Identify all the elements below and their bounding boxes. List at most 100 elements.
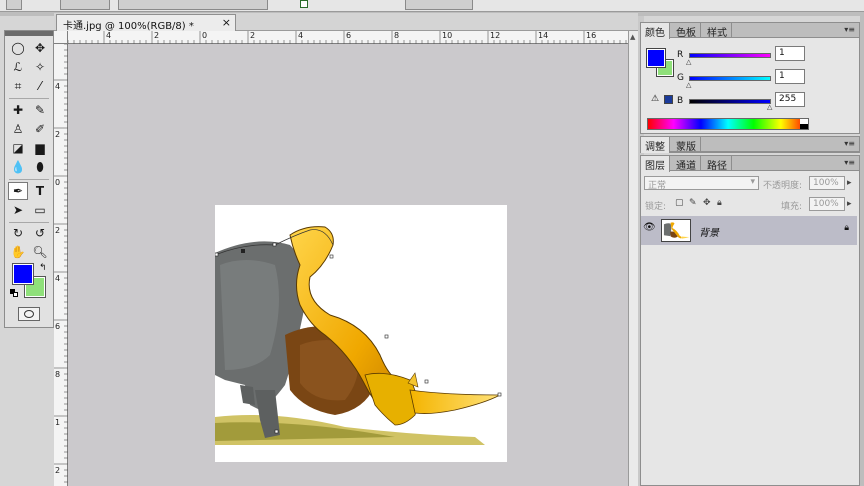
- selection-mode-buttons[interactable]: [60, 0, 110, 10]
- clone-stamp-tool-icon[interactable]: ♙: [8, 120, 28, 138]
- path-selection-tool-icon[interactable]: ➤: [8, 201, 28, 219]
- quick-mask-button[interactable]: [18, 307, 40, 321]
- blur-tool-icon[interactable]: 💧: [8, 158, 28, 176]
- pen-tool-options[interactable]: [118, 0, 268, 10]
- ruler-origin[interactable]: [54, 31, 68, 44]
- ruler-label: 8: [394, 31, 400, 40]
- path-operations[interactable]: [405, 0, 473, 10]
- lock-position-icon[interactable]: ✥: [703, 198, 711, 208]
- color-spectrum-bar[interactable]: [647, 118, 809, 130]
- blend-mode-value: 正常: [648, 181, 667, 191]
- dodge-tool-icon[interactable]: ⬮: [30, 158, 50, 176]
- auto-add-delete-checkbox[interactable]: [300, 0, 308, 8]
- gradient-tool-icon[interactable]: ▆: [30, 139, 50, 157]
- panel-menu-icon[interactable]: ▾≡: [844, 25, 855, 34]
- healing-brush-tool-icon[interactable]: ✚: [8, 101, 28, 119]
- panel-menu-icon[interactable]: ▾≡: [844, 158, 855, 167]
- image-canvas[interactable]: [215, 205, 507, 462]
- tab-adjustments[interactable]: 调整: [641, 137, 670, 153]
- layer-name: 背景: [699, 228, 719, 239]
- warning-icon[interactable]: ⚠: [651, 94, 659, 104]
- dock-edge: [860, 16, 864, 486]
- ruler-label: 2: [250, 31, 256, 40]
- swap-colors-icon[interactable]: ↰: [39, 263, 47, 273]
- blue-slider-thumb[interactable]: △: [767, 103, 772, 111]
- horizontal-ruler[interactable]: 4 2 0 2 4 6 8 10 12 14 16: [68, 31, 628, 44]
- ruler-label: 2: [55, 130, 61, 139]
- foreground-color-swatch[interactable]: [12, 263, 34, 285]
- eye-icon[interactable]: 👁︎: [643, 222, 657, 236]
- eyedropper-tool-icon[interactable]: ⁄: [30, 77, 50, 95]
- hand-tool-icon[interactable]: ✋: [8, 243, 28, 261]
- green-slider[interactable]: [689, 76, 771, 81]
- default-colors-icon[interactable]: [10, 289, 18, 297]
- move-tool-icon[interactable]: ✥: [30, 39, 50, 57]
- magic-wand-tool-icon[interactable]: ✧: [30, 58, 50, 76]
- elliptical-marquee-tool-icon[interactable]: ◯: [8, 39, 28, 57]
- chevron-right-icon[interactable]: ▸: [847, 199, 852, 209]
- lasso-tool-icon[interactable]: ℒ: [8, 58, 28, 76]
- lock-all-icon[interactable]: 🔒︎: [717, 198, 722, 208]
- chevron-right-icon[interactable]: ▸: [847, 178, 852, 188]
- tools-panel-grip[interactable]: [5, 31, 53, 36]
- zoom-tool-icon[interactable]: 🔍︎: [30, 243, 50, 261]
- vertical-ruler[interactable]: 4 2 0 2 4 6 8 1 2: [54, 44, 68, 486]
- brush-tool-icon[interactable]: ✎: [30, 101, 50, 119]
- tab-channels[interactable]: 通道: [672, 156, 701, 172]
- document-tab-bar: 卡通.jpg @ 100%(RGB/8) * ×: [54, 13, 638, 32]
- green-slider-thumb[interactable]: △: [686, 81, 691, 89]
- rectangle-tool-icon[interactable]: ▭: [30, 201, 50, 219]
- channel-label-g: G: [677, 73, 684, 83]
- tab-paths[interactable]: 路径: [703, 156, 732, 172]
- adjustments-panel-tabs: 调整 蒙版 ▾≡: [641, 137, 859, 153]
- close-icon[interactable]: ×: [222, 16, 231, 29]
- tab-styles[interactable]: 样式: [703, 23, 732, 39]
- ruler-label: 2: [55, 466, 61, 475]
- ruler-label: 2: [154, 31, 160, 40]
- type-tool-icon[interactable]: T: [30, 182, 50, 200]
- 3d-rotate-tool-icon[interactable]: ↻: [8, 224, 28, 242]
- green-value-field[interactable]: 1: [775, 69, 805, 84]
- ruler-label: 14: [538, 31, 549, 40]
- tool-preset-picker[interactable]: [6, 0, 22, 10]
- color-panel: 颜色 色板 样式 ▾≡ R △ 1 G △ 1 ⚠ B △ 255: [640, 22, 860, 134]
- chevron-down-icon: ▾: [750, 177, 755, 187]
- layers-panel: 图层 通道 路径 ▾≡ 正常 ▾ 不透明度: 100% ▸ 锁定: ▢ ✎ ✥ …: [640, 155, 860, 486]
- opacity-label: 不透明度:: [763, 181, 803, 191]
- ruler-label: 10: [442, 31, 453, 40]
- red-slider[interactable]: [689, 53, 771, 58]
- lock-transparent-icon[interactable]: ▢: [675, 198, 684, 208]
- lock-image-icon[interactable]: ✎: [689, 198, 697, 208]
- fill-field[interactable]: 100%: [809, 197, 845, 211]
- ruler-label: 4: [106, 31, 112, 40]
- blend-mode-select[interactable]: 正常 ▾: [644, 176, 759, 191]
- ruler-label: 1: [55, 418, 61, 427]
- blue-slider[interactable]: [689, 99, 771, 104]
- ruler-label: 6: [346, 31, 352, 40]
- canvas-area[interactable]: [68, 44, 628, 486]
- history-brush-tool-icon[interactable]: ✐: [30, 120, 50, 138]
- panel-menu-icon[interactable]: ▾≡: [844, 139, 855, 148]
- scroll-up-icon[interactable]: ▲: [630, 33, 635, 41]
- vertical-scrollbar[interactable]: ▲: [628, 31, 638, 486]
- eraser-tool-icon[interactable]: ◪: [8, 139, 28, 157]
- blue-value-field[interactable]: 255: [775, 92, 805, 107]
- color-panel-foreground-swatch[interactable]: [646, 48, 666, 68]
- ruler-label: 0: [202, 31, 208, 40]
- pen-tool-icon[interactable]: ✒: [8, 182, 28, 200]
- red-value-field[interactable]: 1: [775, 46, 805, 61]
- red-slider-thumb[interactable]: △: [686, 58, 691, 66]
- layer-row[interactable]: 👁︎ 背景 🔒︎: [641, 216, 857, 245]
- 3d-orbit-tool-icon[interactable]: ↺: [30, 224, 50, 242]
- crop-tool-icon[interactable]: ⌗: [8, 77, 28, 95]
- document-tab[interactable]: 卡通.jpg @ 100%(RGB/8) * ×: [56, 14, 236, 32]
- tab-layers[interactable]: 图层: [641, 156, 670, 172]
- web-safe-color-swatch[interactable]: [664, 95, 673, 104]
- tab-color[interactable]: 颜色: [641, 23, 670, 39]
- tab-swatches[interactable]: 色板: [672, 23, 701, 39]
- tab-masks[interactable]: 蒙版: [672, 137, 701, 153]
- channel-label-b: B: [677, 96, 684, 106]
- opacity-field[interactable]: 100%: [809, 176, 845, 190]
- tools-panel: ◯ ✥ ℒ ✧ ⌗ ⁄ ✚ ✎ ♙ ✐ ◪ ▆ 💧 ⬮ ✒ T ➤ ▭ ↻ ↺ …: [4, 30, 54, 328]
- ruler-label: 6: [55, 322, 61, 331]
